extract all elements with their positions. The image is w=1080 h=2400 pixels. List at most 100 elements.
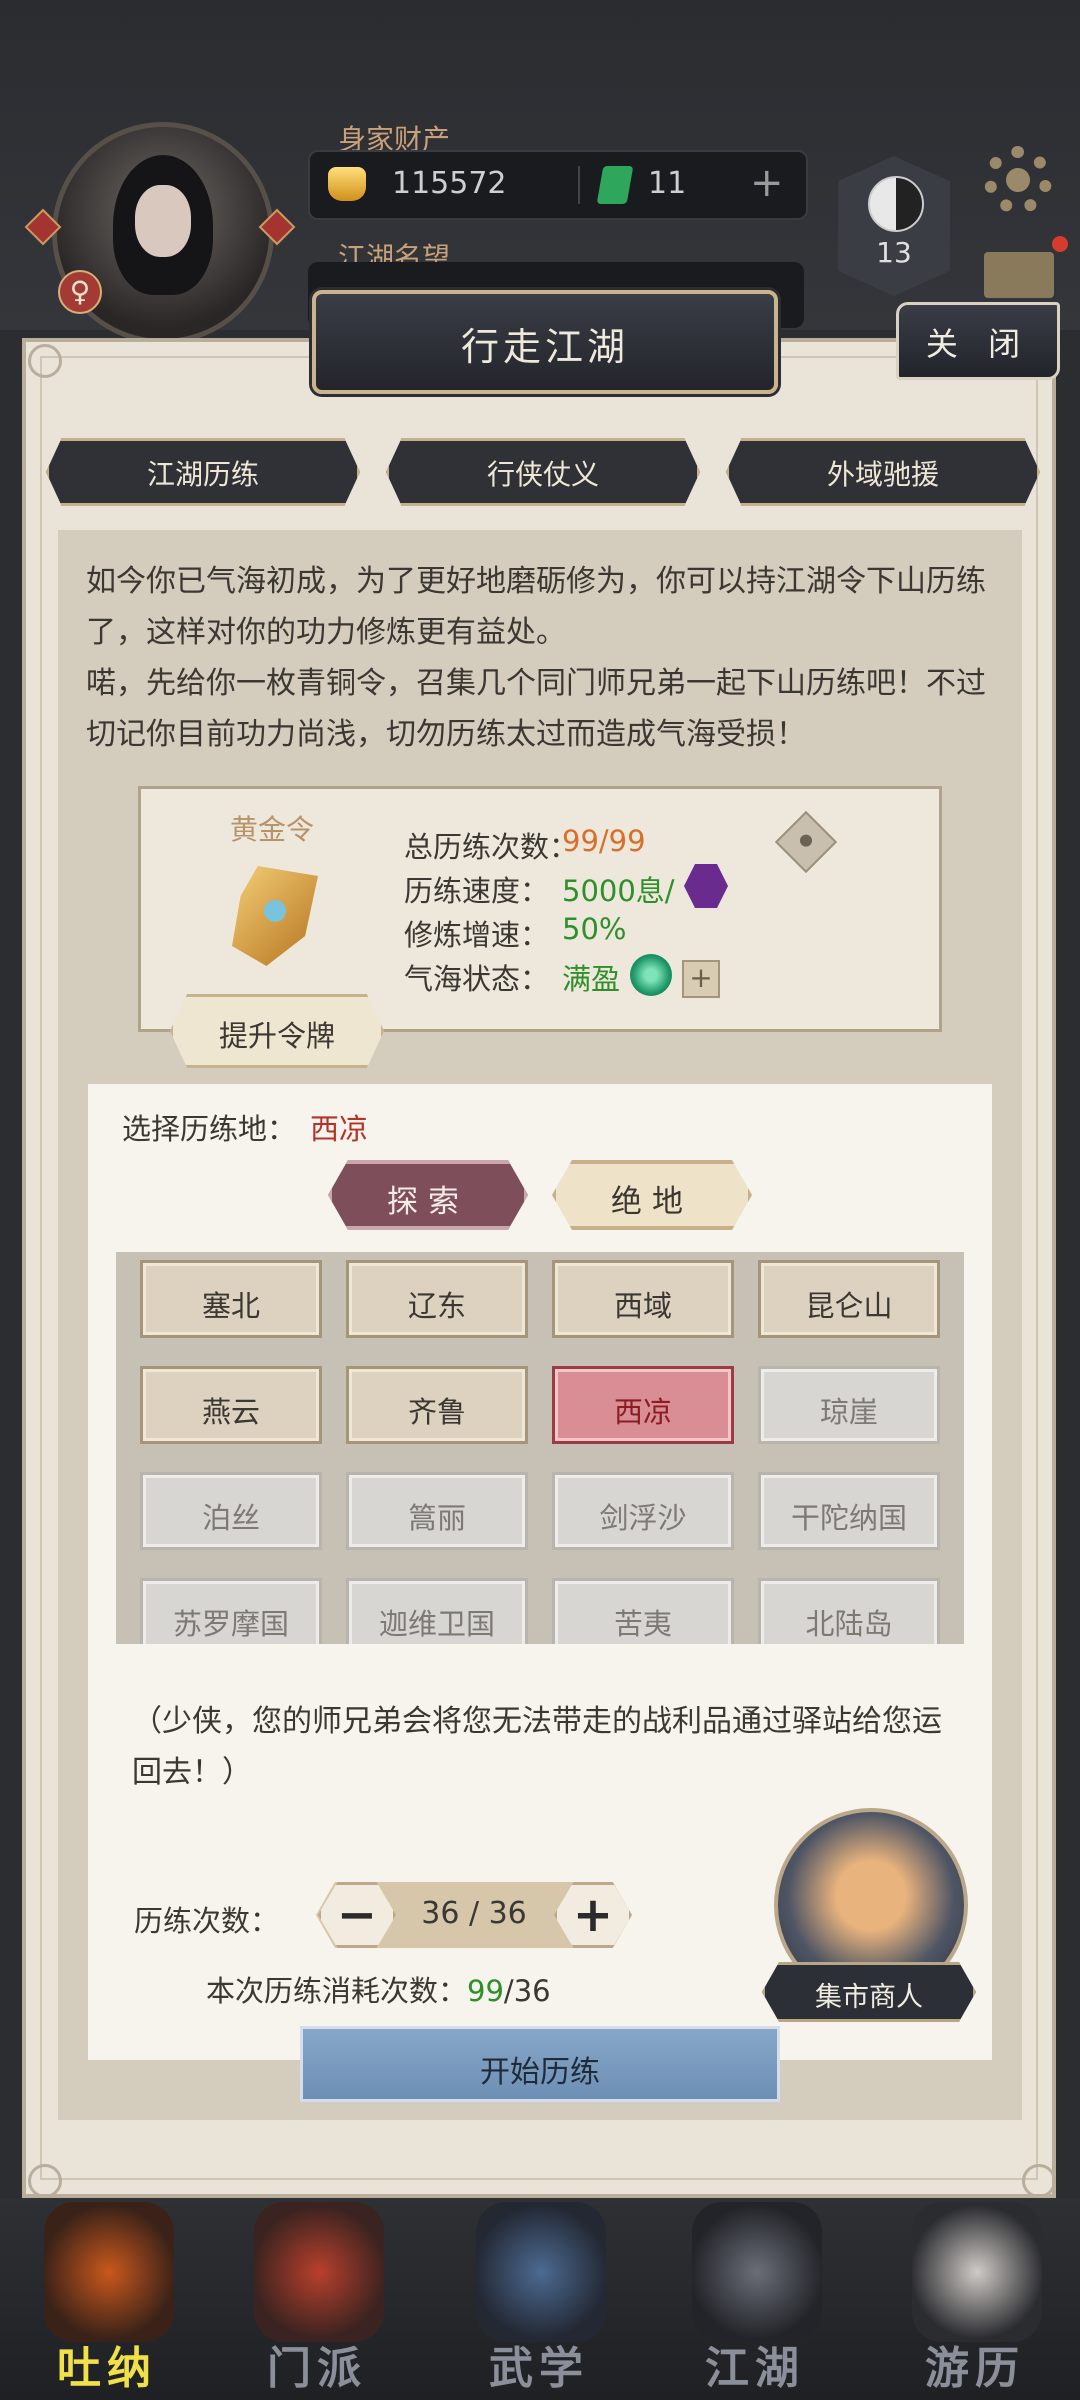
upgrade-token-label: 提升令牌 (218, 1019, 335, 1053)
corner-ornament (1022, 2164, 1056, 2198)
qihai-add-button[interactable]: + (682, 960, 720, 998)
location-cell[interactable]: 迦维卫国 (346, 1578, 528, 1644)
tab-label: 外域驰援 (826, 458, 939, 491)
mail-icon[interactable] (984, 252, 1054, 298)
gold-ingot-icon (328, 167, 366, 201)
straw-hat-icon (692, 2202, 822, 2342)
token-gem-icon (264, 900, 286, 922)
location-name: 北陆岛 (805, 1607, 893, 1641)
mode-jedi-button[interactable]: 绝地 (552, 1160, 752, 1230)
location-cell[interactable]: 燕云 (140, 1366, 322, 1444)
location-cell[interactable]: 昆仑山 (758, 1260, 940, 1338)
location-name: 齐鲁 (407, 1395, 466, 1429)
wealth-divider (578, 166, 580, 204)
location-cell[interactable]: 苦夷 (552, 1578, 734, 1644)
tab-label: 行侠仗义 (486, 458, 599, 491)
close-button[interactable]: 关 闭 (896, 302, 1060, 380)
corner-ornament (28, 2164, 62, 2198)
location-name: 辽东 (407, 1289, 466, 1323)
level-badge[interactable]: 13 (838, 156, 950, 296)
location-cell[interactable]: 西域 (552, 1260, 734, 1338)
location-name: 迦维卫国 (378, 1607, 495, 1641)
location-cell[interactable]: 泊丝 (140, 1472, 322, 1550)
location-cell[interactable]: 塞北 (140, 1260, 322, 1338)
intro-text: 如今你已气海初成，为了更好地磨砺修为，你可以持江湖令下山历练了，这样对你的功力修… (86, 556, 1010, 760)
scroll-book-icon (476, 2202, 606, 2342)
merchant-button[interactable]: 集市商人 (762, 1962, 976, 2022)
jade-amount: 11 (648, 166, 687, 201)
cost-label: 本次历练消耗次数： (206, 1974, 468, 2008)
wealth-bar: 115572 11 + (308, 150, 808, 220)
corner-ornament (28, 344, 62, 378)
location-cell[interactable]: 篙丽 (346, 1472, 528, 1550)
add-currency-button[interactable]: + (750, 160, 784, 206)
sect-banner-icon (254, 2202, 384, 2342)
location-cell[interactable]: 琼崖 (758, 1366, 940, 1444)
location-name: 西域 (613, 1289, 672, 1323)
nav-label: 江湖 (705, 2343, 805, 2394)
location-name: 西凉 (613, 1395, 672, 1429)
location-name: 篙丽 (407, 1501, 466, 1535)
token-name: 黄金令 (230, 813, 315, 846)
nav-martial-arts[interactable]: 武学 (454, 2202, 624, 2398)
cost-total: /36 (503, 1974, 551, 2008)
location-name: 干陀纳国 (790, 1501, 907, 1535)
location-name: 泊丝 (201, 1501, 260, 1535)
start-training-label: 开始历练 (480, 2055, 600, 2090)
stat-boost-label: 修炼增速： (404, 918, 550, 952)
gold-amount: 115572 (392, 166, 507, 201)
nav-label: 吐纳 (57, 2343, 157, 2394)
location-name: 剑浮沙 (599, 1501, 687, 1535)
location-cell[interactable]: 干陀纳国 (758, 1472, 940, 1550)
location-name: 塞北 (201, 1289, 260, 1323)
tab-jianghu-training[interactable]: 江湖历练 (46, 438, 360, 506)
nav-jianghu[interactable]: 江湖 (670, 2202, 840, 2398)
cost-line: 本次历练消耗次数：99/36 (206, 1968, 551, 2010)
cost-used: 99 (467, 1974, 504, 2008)
stat-speed-label: 历练速度： (404, 874, 550, 908)
minus-icon: − (336, 1887, 378, 1943)
plus-icon: + (572, 1887, 614, 1943)
level-number: 13 (876, 236, 912, 269)
location-name: 琼崖 (819, 1395, 878, 1429)
location-cell[interactable]: 北陆岛 (758, 1578, 940, 1644)
mode-explore-button[interactable]: 探索 (328, 1160, 528, 1230)
upgrade-token-button[interactable]: 提升令牌 (170, 994, 384, 1068)
stat-total-label: 总历练次数： (404, 830, 579, 864)
gourd-icon (44, 2202, 174, 2342)
location-name: 昆仑山 (805, 1289, 893, 1323)
location-cell[interactable]: 辽东 (346, 1260, 528, 1338)
tab-chivalry[interactable]: 行侠仗义 (386, 438, 700, 506)
jade-icon (596, 166, 634, 204)
intro-paragraph: 如今你已气海初成，为了更好地磨砺修为，你可以持江湖令下山历练了，这样对你的功力修… (86, 564, 986, 752)
location-name: 苏罗摩国 (172, 1607, 289, 1641)
nav-label: 游历 (925, 2343, 1025, 2394)
location-cell-selected[interactable]: 西凉 (552, 1366, 734, 1444)
mode-explore-label: 探索 (387, 1184, 469, 1220)
stat-speed-value: 5000息/ (562, 874, 675, 908)
yinyang-icon (868, 176, 924, 232)
location-grid: 塞北 辽东 西域 昆仑山 燕云 齐鲁 西凉 琼崖 泊丝 篙丽 剑浮沙 干陀纳国 … (116, 1252, 964, 1644)
tab-foreign-aid[interactable]: 外域驰援 (726, 438, 1040, 506)
stat-boost-value: 50% (562, 912, 627, 946)
mode-jedi-label: 绝地 (611, 1184, 693, 1220)
location-cell[interactable]: 齐鲁 (346, 1366, 528, 1444)
stat-total-value: 99/99 (562, 824, 646, 858)
select-location-label: 选择历练地： (122, 1112, 297, 1146)
avatar-face (135, 185, 191, 257)
close-button-label: 关 闭 (925, 325, 1031, 363)
location-cell[interactable]: 剑浮沙 (552, 1472, 734, 1550)
nav-breathing[interactable]: 吐纳 (22, 2202, 192, 2398)
nav-sect[interactable]: 门派 (232, 2202, 402, 2398)
horse-icon (912, 2202, 1042, 2342)
start-training-button[interactable]: 开始历练 (300, 2026, 780, 2102)
qihai-swirl-icon (630, 954, 672, 996)
nav-travel[interactable]: 游历 (890, 2202, 1060, 2398)
gear-icon[interactable] (984, 146, 1052, 214)
location-cell[interactable]: 苏罗摩国 (140, 1578, 322, 1644)
nav-label: 门派 (267, 2343, 367, 2394)
modal-title-plate: 行走江湖 (312, 290, 778, 394)
location-name: 燕云 (201, 1395, 260, 1429)
count-label: 历练次数： (134, 1904, 280, 1938)
stat-qihai-value: 满盈 (562, 962, 621, 996)
